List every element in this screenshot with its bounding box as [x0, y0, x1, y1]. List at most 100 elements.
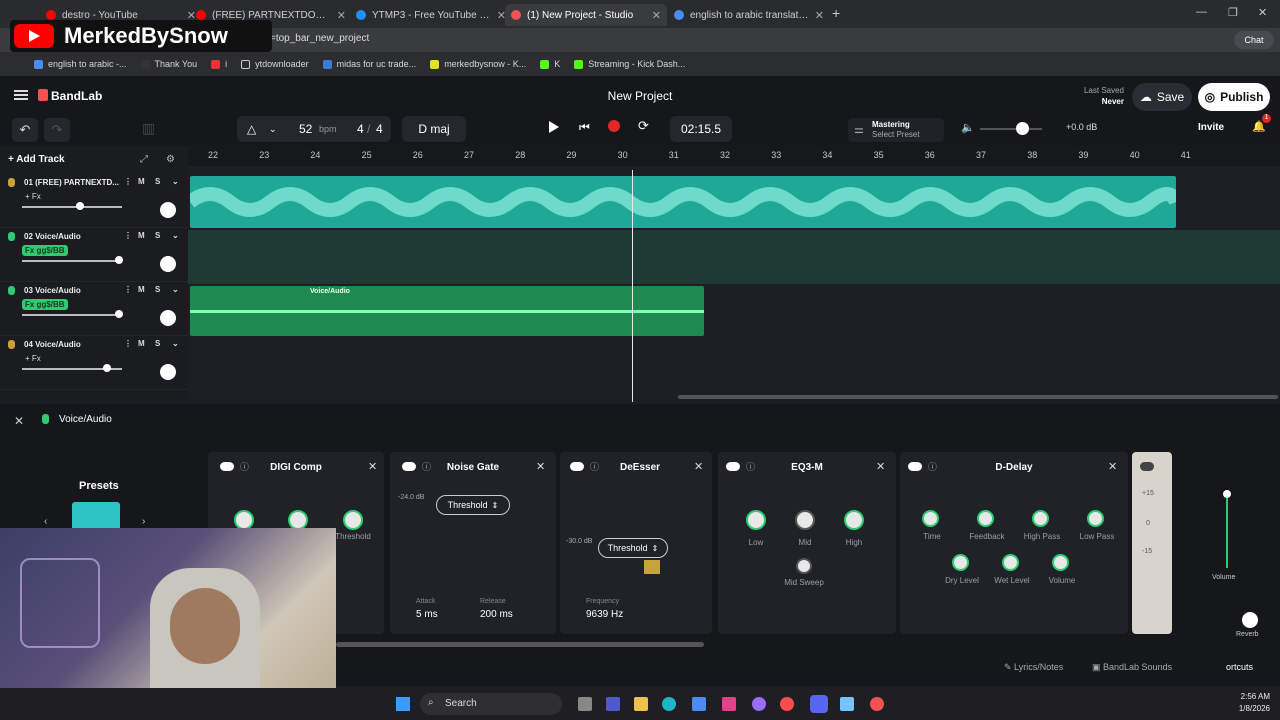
- toggle-switch[interactable]: [570, 462, 584, 471]
- volume-handle[interactable]: [115, 256, 123, 264]
- track-name[interactable]: 01 (FREE) PARTNEXTD...: [24, 178, 119, 187]
- chevron-down-icon[interactable]: ⌄: [172, 285, 179, 294]
- app-icon[interactable]: [722, 697, 736, 711]
- chevron-down-icon[interactable]: ⌄: [172, 177, 179, 186]
- windows-start-icon[interactable]: [396, 697, 410, 711]
- bookmark-item[interactable]: K: [540, 59, 560, 69]
- tab-bandlab-studio[interactable]: (1) New Project - Studio ✕: [505, 4, 667, 26]
- loop-button[interactable]: ⟳: [638, 118, 649, 134]
- lane-4[interactable]: [188, 338, 1280, 392]
- reverb-knob[interactable]: [1242, 612, 1258, 628]
- more-options-icon[interactable]: ⋮: [124, 339, 132, 348]
- lane-1[interactable]: [185, 174, 1280, 228]
- add-track-button[interactable]: + Add Track: [8, 154, 65, 165]
- lane-3[interactable]: Voice/Audio: [188, 284, 1280, 338]
- hamburger-menu-icon[interactable]: [14, 90, 28, 92]
- pan-knob[interactable]: [160, 364, 176, 380]
- fx-button[interactable]: + Fx: [22, 191, 44, 202]
- timeline-ruler[interactable]: 22 23 24 25 26 27 28 29 30 31 32 33 34 35 36 37 38 39 40 41: [188, 146, 1280, 166]
- time-signature-numerator[interactable]: 4: [357, 122, 364, 136]
- url-text[interactable]: =top_bar_new_project: [270, 33, 369, 44]
- chevron-down-icon[interactable]: ⌄: [269, 124, 277, 135]
- mute-button[interactable]: M: [138, 285, 145, 294]
- bookmark-item[interactable]: Thank You: [140, 59, 197, 69]
- frequency-marker[interactable]: [644, 560, 660, 574]
- track-lanes[interactable]: Voice/Audio: [185, 166, 1280, 400]
- skip-to-start-button[interactable]: ⏮: [579, 120, 590, 135]
- pan-knob[interactable]: [160, 202, 176, 218]
- volume-handle[interactable]: [76, 202, 84, 210]
- undo-button[interactable]: ↶: [12, 118, 38, 142]
- master-volume-slider[interactable]: [980, 128, 1042, 130]
- volume-fader-handle[interactable]: [1223, 490, 1231, 498]
- clock-date[interactable]: 1/8/2026: [1220, 704, 1270, 713]
- publish-button[interactable]: ◎ Publish: [1198, 83, 1270, 111]
- tab-bing-search[interactable]: english to arabic translation - Sear✕: [668, 4, 830, 26]
- close-icon[interactable]: ✕: [815, 9, 824, 22]
- more-options-icon[interactable]: ⋮: [124, 177, 132, 186]
- track-4[interactable]: 04 Voice/Audio ⋮ M S ⌄ + Fx: [0, 336, 188, 390]
- volume-slider[interactable]: [22, 314, 122, 316]
- more-options-icon[interactable]: ⋮: [124, 285, 132, 294]
- mute-button[interactable]: M: [138, 231, 145, 240]
- chrome-icon[interactable]: [780, 697, 794, 711]
- shortcuts-button[interactable]: ortcuts: [1226, 662, 1253, 672]
- close-icon[interactable]: ✕: [1108, 460, 1117, 473]
- chevron-left-icon[interactable]: ‹: [44, 516, 47, 527]
- more-options-icon[interactable]: ⋮: [124, 231, 132, 240]
- close-icon[interactable]: ✕: [536, 460, 545, 473]
- solo-button[interactable]: S: [155, 231, 160, 240]
- window-close-button[interactable]: ✕: [1258, 6, 1267, 19]
- speaker-icon[interactable]: 🔈: [961, 121, 975, 134]
- play-button[interactable]: [549, 121, 559, 133]
- feedback-knob[interactable]: [977, 510, 994, 527]
- chevron-down-icon[interactable]: ⌄: [172, 231, 179, 240]
- high-knob[interactable]: [844, 510, 864, 530]
- clock-time[interactable]: 2:56 AM: [1220, 692, 1270, 701]
- bpm-value[interactable]: 52: [299, 122, 312, 136]
- knob[interactable]: [288, 510, 308, 530]
- redo-button[interactable]: ↷: [44, 118, 70, 142]
- solo-button[interactable]: S: [155, 339, 160, 348]
- time-knob[interactable]: [922, 510, 939, 527]
- threshold-control[interactable]: Threshold ⇕: [436, 495, 510, 515]
- automation-icon[interactable]: ⤢: [140, 154, 148, 165]
- pan-knob[interactable]: [160, 310, 176, 326]
- close-icon[interactable]: ✕: [337, 9, 346, 22]
- close-icon[interactable]: ✕: [368, 460, 377, 473]
- playhead[interactable]: [632, 170, 633, 402]
- preset-thumbnail[interactable]: [72, 502, 120, 530]
- volume-handle[interactable]: [115, 310, 123, 318]
- solo-button[interactable]: S: [155, 177, 160, 186]
- track-3[interactable]: 03 Voice/Audio ⋮ M S ⌄ Fx gg$/BB: [0, 282, 188, 336]
- track-name[interactable]: 03 Voice/Audio: [24, 286, 81, 295]
- save-button[interactable]: ☁ Save: [1132, 83, 1192, 111]
- pan-knob[interactable]: [160, 256, 176, 272]
- release-value[interactable]: 200 ms: [480, 609, 513, 620]
- bookmark-item[interactable]: Streaming - Kick Dash...: [574, 59, 685, 69]
- wet-level-knob[interactable]: [1002, 554, 1019, 571]
- solo-button[interactable]: S: [155, 285, 160, 294]
- bookmark-item[interactable]: i: [211, 59, 227, 69]
- task-view-icon[interactable]: [578, 697, 592, 711]
- record-button[interactable]: [608, 120, 620, 132]
- edge-icon[interactable]: [662, 697, 676, 711]
- bookmark-item[interactable]: english to arabic -...: [34, 59, 127, 69]
- mute-button[interactable]: M: [138, 339, 145, 348]
- volume-slider[interactable]: [22, 206, 122, 208]
- audio-clip[interactable]: Voice/Audio: [190, 286, 704, 336]
- project-title[interactable]: New Project: [560, 89, 720, 103]
- invite-button[interactable]: Invite: [1198, 122, 1224, 133]
- toggle-switch[interactable]: [1140, 462, 1154, 471]
- info-icon[interactable]: ⓘ: [590, 460, 599, 473]
- track-settings-icon[interactable]: ⚙: [166, 154, 175, 165]
- track-1[interactable]: 01 (FREE) PARTNEXTD... ⋮ M S ⌄ + Fx: [0, 174, 188, 228]
- copilot-icon[interactable]: [752, 697, 766, 711]
- low-knob[interactable]: [746, 510, 766, 530]
- copilot-chat-button[interactable]: Chat: [1234, 31, 1274, 49]
- threshold-control[interactable]: Threshold ⇕: [598, 538, 668, 558]
- new-tab-button[interactable]: +: [832, 5, 840, 21]
- tempo-control[interactable]: △ ⌄ 52 bpm 4 / 4: [237, 116, 391, 142]
- frequency-value[interactable]: 9639 Hz: [586, 609, 623, 620]
- threshold-knob[interactable]: [343, 510, 363, 530]
